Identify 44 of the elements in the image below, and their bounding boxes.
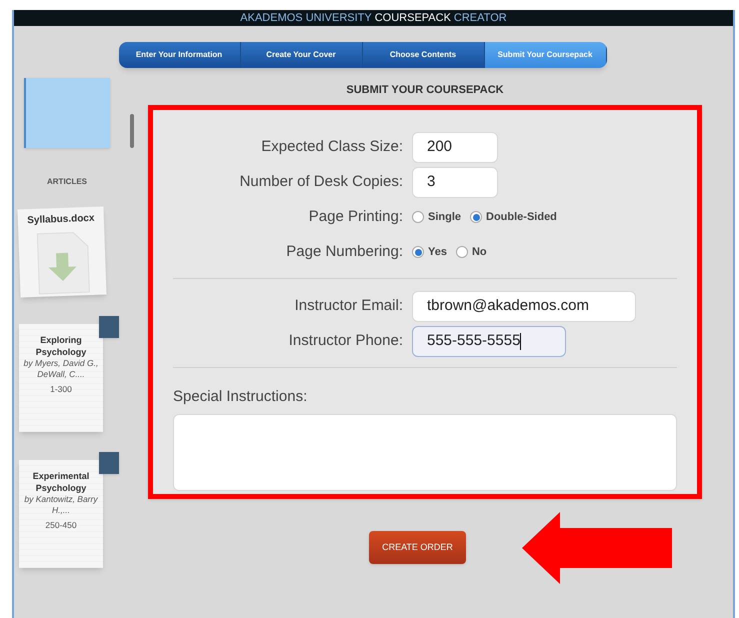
field-label: Page Printing: [308, 206, 403, 227]
cover-thumbnail[interactable] [24, 78, 110, 148]
book-cover-thumbnail [99, 452, 119, 474]
radio-button[interactable] [412, 211, 424, 223]
header-title: AKADEMOS UNIVERSITY [240, 10, 372, 26]
field-label: Special Instructions: [173, 386, 308, 406]
arrow-icon [522, 512, 672, 584]
section-label: ARTICLES [47, 176, 87, 188]
input-field[interactable]: 200 [412, 132, 498, 162]
radio-label: Yes [428, 244, 447, 260]
header-title: CREATOR [454, 10, 507, 26]
radio-button[interactable] [470, 211, 482, 223]
book-pages: 250-450 [45, 519, 77, 532]
book-title: Experimental Psychology [32, 470, 90, 494]
book-card[interactable]: Experimental Psychology by Kantowitz, Barry H.,... 250-450 [19, 460, 103, 568]
input-field[interactable]: tbrown@akademos.com [412, 290, 636, 322]
field-label: Instructor Email: [294, 296, 403, 316]
input-field[interactable]: 555-555-5555 [412, 326, 566, 356]
book-authors: by Myers, David G., DeWall, C.... [22, 358, 100, 380]
text-area[interactable] [173, 414, 677, 491]
step-tab[interactable]: Enter Your Information [118, 42, 240, 68]
field-label: Instructor Phone: [288, 330, 403, 351]
book-pages: 1-300 [50, 383, 72, 396]
scrollbar-thumb[interactable] [130, 114, 134, 148]
book-cover-thumbnail [99, 316, 119, 338]
radio-button[interactable] [456, 246, 468, 258]
file-card[interactable]: Syllabus.docx [18, 206, 106, 298]
book-card[interactable]: Exploring Psychology by Myers, David G., DeWall, C.... 1-300 [19, 324, 103, 432]
book-title: Exploring Psychology [34, 334, 88, 358]
input-field[interactable]: 3 [412, 166, 498, 198]
page-title: SUBMIT YOUR COURSEPACK [346, 83, 504, 98]
radio-label: No [472, 244, 487, 260]
file-name: Syllabus.docx [27, 212, 95, 228]
field-label: Number of Desk Copies: [238, 172, 403, 192]
radio-button[interactable] [412, 246, 424, 258]
header-title: COURSEPACK [374, 10, 451, 26]
step-tab[interactable]: Create Your Cover [240, 42, 362, 68]
create-order-button[interactable]: CREATE ORDER [369, 531, 466, 564]
field-label: Page Numbering: [285, 242, 403, 262]
radio-label: Single [428, 210, 462, 225]
step-tab[interactable]: Choose Contents [362, 42, 484, 68]
field-label: Expected Class Size: [260, 136, 403, 157]
radio-label: Double-Sided [486, 210, 557, 225]
book-authors: by Kantowitz, Barry H.,... [23, 494, 99, 516]
